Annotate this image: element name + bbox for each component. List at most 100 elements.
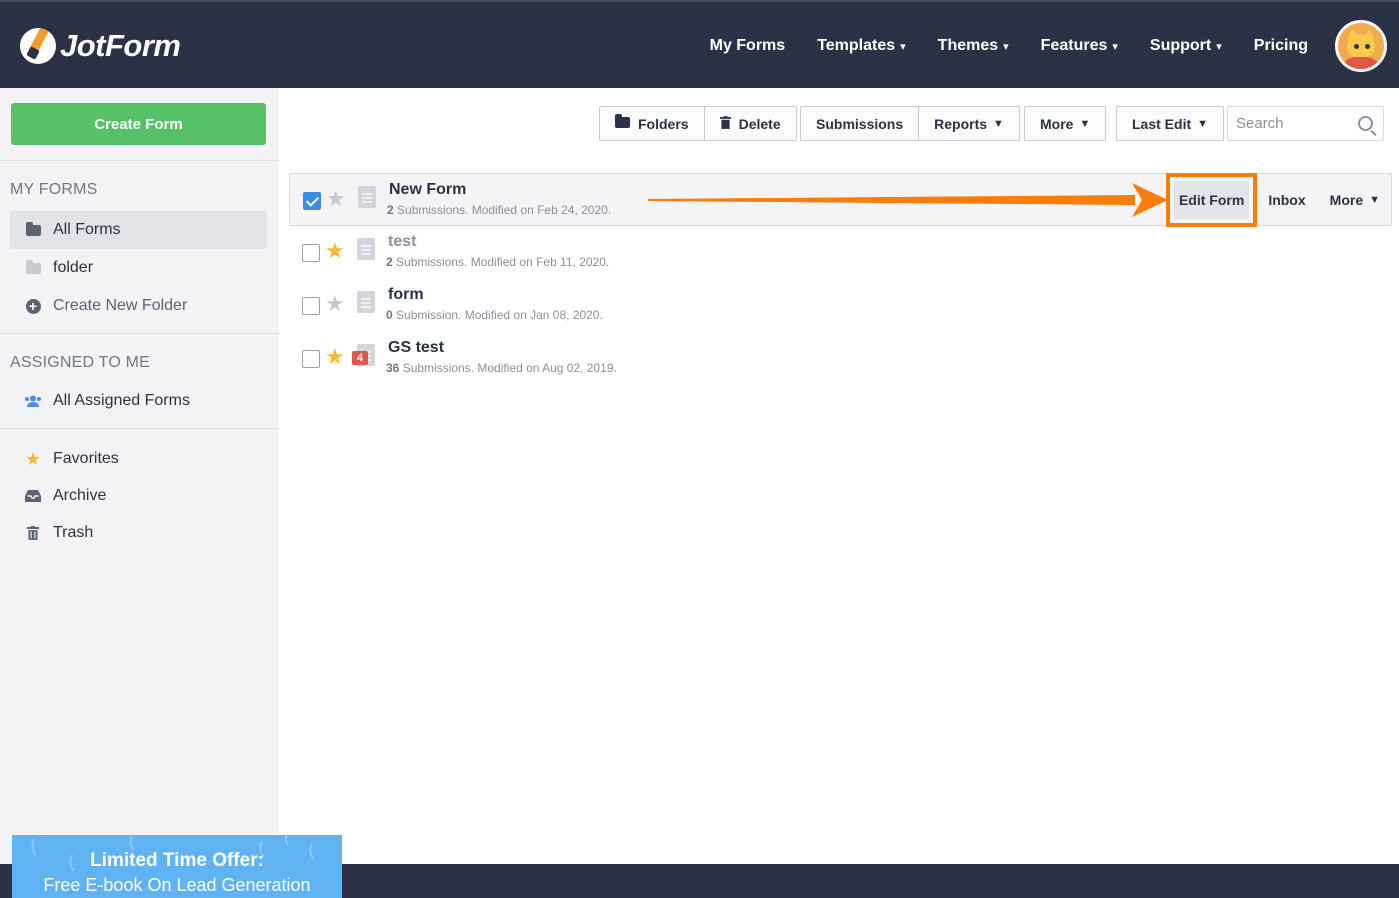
form-document-icon bbox=[358, 186, 376, 208]
divider bbox=[0, 333, 279, 334]
caret-down-icon: ▼ bbox=[993, 117, 1004, 130]
top-navbar: JotForm My Forms Templates ▾ Themes ▾ Feat… bbox=[0, 0, 1399, 88]
form-title[interactable]: GS test bbox=[388, 339, 444, 357]
my-forms-heading: MY FORMS bbox=[10, 181, 98, 198]
sidebar-item-favorites[interactable]: ★ Favorites bbox=[10, 440, 267, 478]
sidebar-item-label: Trash bbox=[53, 524, 94, 541]
folders-button[interactable]: Folders bbox=[600, 107, 704, 140]
sidebar-item-label: folder bbox=[53, 259, 94, 276]
form-meta-text: Submission. Modified on Jan 08, 2020. bbox=[392, 308, 603, 322]
nav-templates[interactable]: Templates ▾ bbox=[817, 37, 905, 55]
form-title[interactable]: test bbox=[388, 233, 416, 251]
sidebar-item-create-folder[interactable]: + Create New Folder bbox=[10, 287, 267, 325]
submission-count: 0 bbox=[386, 308, 393, 322]
form-checkbox[interactable] bbox=[302, 297, 320, 315]
promo-banner[interactable]: Limited Time Offer: Free E-book On Lead … bbox=[12, 835, 342, 898]
form-title[interactable]: New Form bbox=[389, 181, 466, 199]
edit-form-button[interactable]: Edit Form bbox=[1173, 180, 1250, 219]
form-document-icon: 4 bbox=[352, 344, 375, 366]
promo-title: Limited Time Offer: bbox=[90, 850, 264, 871]
sidebar-item-trash[interactable]: Trash bbox=[10, 514, 267, 552]
nav-features[interactable]: Features ▾ bbox=[1041, 37, 1118, 55]
folder-delete-group: Folders Delete bbox=[599, 106, 797, 141]
edit-form-highlight: Edit Form bbox=[1165, 172, 1258, 227]
trash-icon bbox=[24, 526, 42, 540]
sidebar-item-label: All Forms bbox=[53, 221, 121, 238]
form-checkbox[interactable] bbox=[302, 244, 320, 262]
search-box bbox=[1227, 106, 1384, 141]
form-row[interactable]: ★ form 0 Submission. Modified on Jan 08,… bbox=[289, 279, 1392, 332]
star-icon[interactable]: ★ bbox=[325, 240, 345, 262]
unread-badge: 4 bbox=[352, 351, 368, 365]
form-row[interactable]: ★ test 2 Submissions. Modified on Feb 11… bbox=[289, 226, 1392, 279]
folder-icon bbox=[24, 221, 42, 236]
form-meta-text: Submissions. Modified on Feb 24, 2020. bbox=[393, 203, 612, 217]
form-meta-text: Submissions. Modified on Feb 11, 2020. bbox=[392, 255, 610, 269]
form-meta: 0 Submission. Modified on Jan 08, 2020. bbox=[386, 308, 603, 322]
nav-label: Support bbox=[1149, 37, 1212, 54]
sort-group: Last Edit ▼ bbox=[1116, 106, 1225, 141]
jotform-logo[interactable]: JotForm bbox=[20, 28, 181, 64]
caret-down-icon: ▾ bbox=[900, 40, 906, 53]
star-icon[interactable]: ★ bbox=[325, 293, 345, 315]
caret-down-icon: ▾ bbox=[1112, 40, 1118, 53]
form-checkbox[interactable] bbox=[302, 350, 320, 368]
assigned-heading: ASSIGNED TO ME bbox=[10, 354, 151, 371]
user-avatar[interactable] bbox=[1335, 20, 1387, 72]
row-actions: Edit Form Inbox More ▼ bbox=[1165, 172, 1391, 227]
folder-icon bbox=[615, 114, 630, 131]
submissions-button[interactable]: Submissions bbox=[801, 107, 918, 140]
nav-themes[interactable]: Themes ▾ bbox=[938, 37, 1009, 55]
plus-circle-icon: + bbox=[24, 298, 42, 314]
search-icon[interactable] bbox=[1358, 116, 1373, 131]
sidebar-item-label: All Assigned Forms bbox=[53, 392, 190, 409]
inbox-button[interactable]: Inbox bbox=[1257, 192, 1317, 208]
more-button[interactable]: More ▼ bbox=[1025, 107, 1105, 140]
delete-button[interactable]: Delete bbox=[703, 107, 796, 140]
star-icon: ★ bbox=[24, 448, 42, 469]
button-label: Folders bbox=[638, 115, 689, 132]
caret-down-icon: ▾ bbox=[1216, 40, 1222, 53]
sidebar-item-all-forms[interactable]: All Forms bbox=[10, 211, 267, 249]
archive-icon bbox=[24, 490, 42, 502]
more-group: More ▼ bbox=[1024, 106, 1107, 141]
nav-label: Templates bbox=[817, 37, 896, 54]
caret-down-icon: ▼ bbox=[1197, 117, 1209, 130]
caret-down-icon: ▾ bbox=[1003, 40, 1009, 53]
trash-icon bbox=[719, 115, 731, 132]
form-checkbox[interactable] bbox=[303, 192, 321, 210]
form-meta: 2 Submissions. Modified on Feb 11, 2020. bbox=[386, 255, 609, 269]
sidebar-item-archive[interactable]: Archive bbox=[10, 477, 267, 515]
submissions-reports-group: Submissions Reports ▼ bbox=[800, 106, 1020, 141]
brand-name: JotForm bbox=[60, 28, 181, 63]
jotform-logo-icon bbox=[20, 28, 56, 64]
nav-label: My Forms bbox=[709, 37, 786, 54]
nav-support[interactable]: Support ▾ bbox=[1150, 37, 1222, 55]
form-document-icon bbox=[357, 238, 375, 260]
form-title[interactable]: form bbox=[388, 286, 424, 304]
star-icon[interactable]: ★ bbox=[325, 346, 345, 368]
row-more-button[interactable]: More ▼ bbox=[1318, 192, 1391, 208]
nav-pricing[interactable]: Pricing bbox=[1254, 37, 1308, 55]
search-input[interactable] bbox=[1236, 115, 1346, 132]
button-label: More bbox=[1040, 115, 1074, 132]
annotation-arrow-icon bbox=[648, 183, 1168, 217]
sidebar-item-label: Archive bbox=[53, 487, 107, 504]
nav-label: Pricing bbox=[1253, 37, 1308, 54]
create-form-button[interactable]: Create Form bbox=[11, 103, 266, 145]
form-row[interactable]: ★ 4 GS test 36 Submissions. Modified on … bbox=[289, 332, 1392, 385]
sidebar-item-all-assigned[interactable]: All Assigned Forms bbox=[10, 382, 267, 420]
star-icon[interactable]: ★ bbox=[326, 188, 346, 210]
form-meta: 36 Submissions. Modified on Aug 02, 2019… bbox=[386, 361, 617, 375]
submission-count: 36 bbox=[386, 361, 400, 375]
sidebar-item-label: Favorites bbox=[53, 450, 119, 467]
button-label: Delete bbox=[738, 115, 781, 132]
nav-my-forms[interactable]: My Forms bbox=[710, 37, 786, 55]
reports-button[interactable]: Reports ▼ bbox=[918, 107, 1019, 140]
button-label: Last Edit bbox=[1132, 115, 1192, 132]
divider bbox=[0, 160, 279, 161]
divider bbox=[0, 428, 279, 429]
sidebar-item-folder[interactable]: folder bbox=[10, 249, 267, 287]
form-meta-text: Submissions. Modified on Aug 02, 2019. bbox=[399, 361, 617, 375]
last-edit-sort-button[interactable]: Last Edit ▼ bbox=[1117, 107, 1223, 140]
